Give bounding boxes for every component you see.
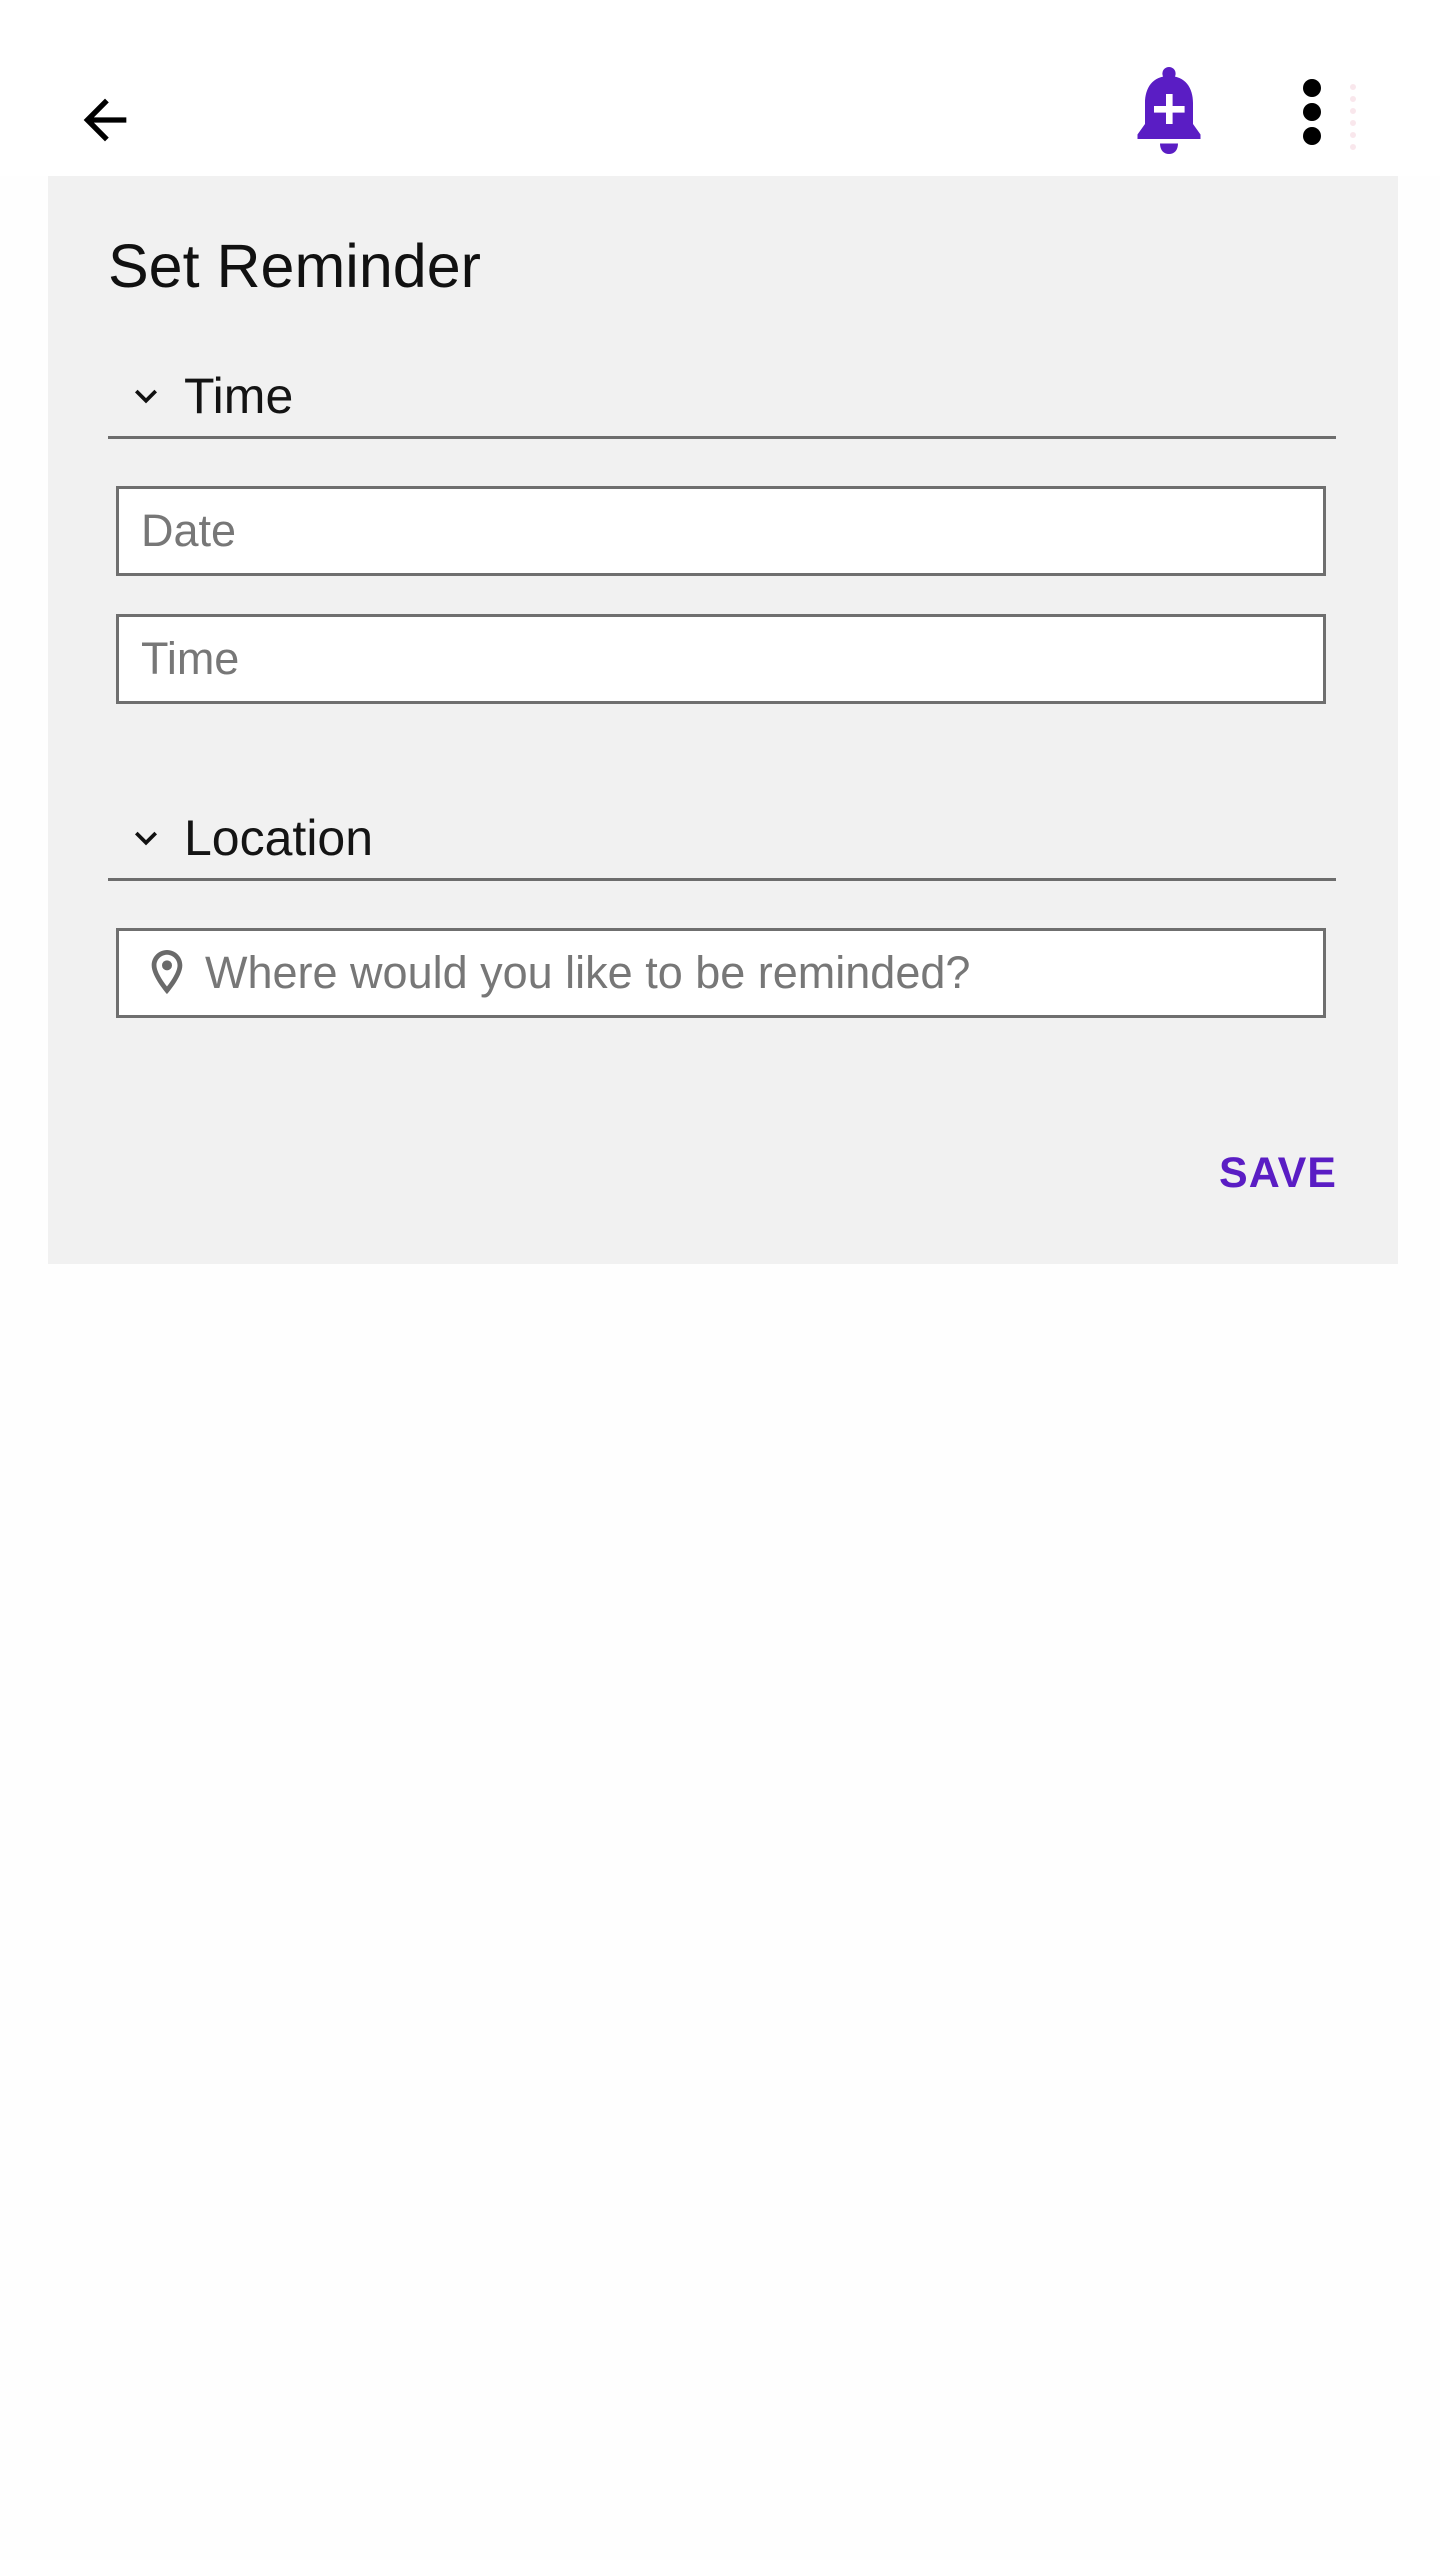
save-button[interactable]: SAVE xyxy=(1198,1138,1358,1208)
date-field[interactable] xyxy=(116,486,1326,576)
location-input[interactable] xyxy=(193,931,1323,1015)
location-pin-icon xyxy=(141,943,193,1003)
scroll-edge-indicator xyxy=(1350,84,1368,150)
location-field[interactable] xyxy=(116,928,1326,1018)
chevron-down-icon xyxy=(116,808,176,868)
time-input[interactable] xyxy=(119,617,1323,701)
date-input[interactable] xyxy=(119,489,1323,573)
card-title: Set Reminder xyxy=(108,232,481,300)
app-toolbar xyxy=(0,0,1440,176)
back-button[interactable] xyxy=(60,80,150,160)
location-section-label: Location xyxy=(184,810,374,866)
more-vertical-icon xyxy=(1303,79,1321,145)
chevron-down-icon xyxy=(116,366,176,426)
reminder-card: Set Reminder Time Location SAVE xyxy=(48,176,1398,1264)
time-section-header[interactable]: Time xyxy=(108,356,1336,439)
location-section-header[interactable]: Location xyxy=(108,798,1336,881)
more-options-button[interactable] xyxy=(1272,64,1352,160)
time-section-label: Time xyxy=(184,368,294,424)
bell-plus-icon xyxy=(1137,67,1201,154)
arrow-left-icon xyxy=(83,98,127,142)
add-reminder-button[interactable] xyxy=(1120,64,1218,160)
time-field[interactable] xyxy=(116,614,1326,704)
